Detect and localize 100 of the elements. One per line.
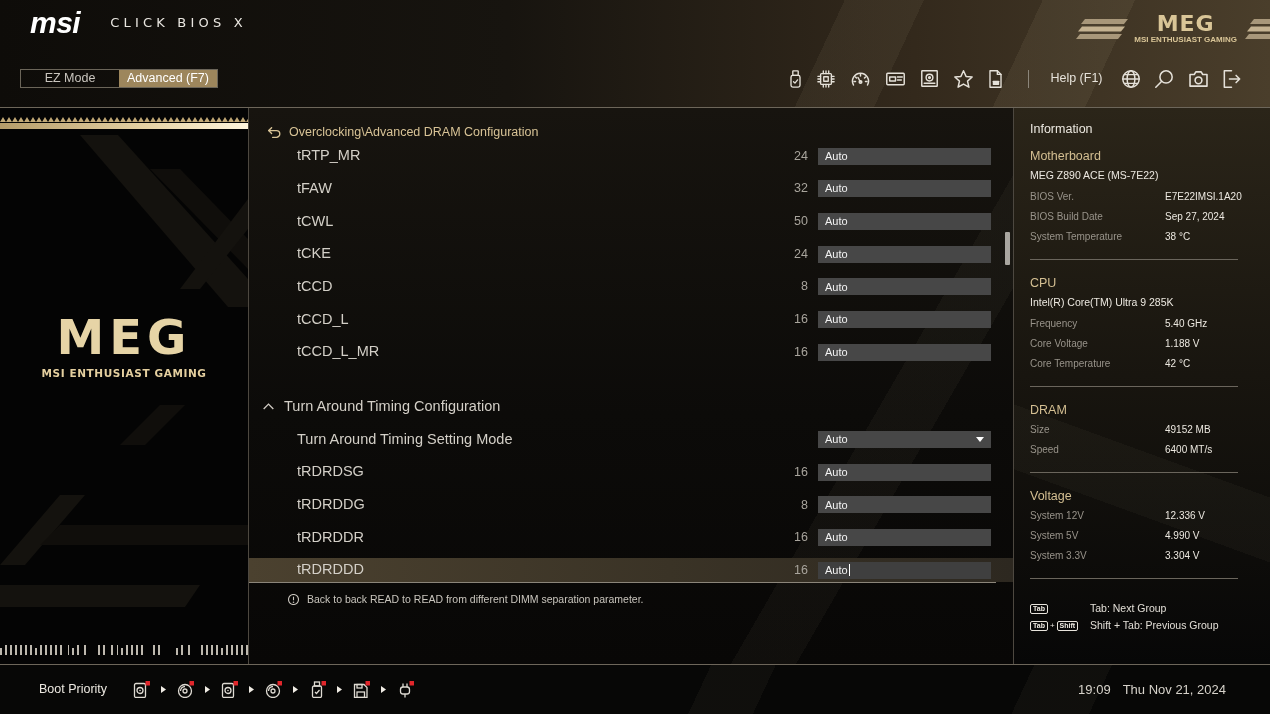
boot-priority-label: Boot Priority <box>39 681 108 699</box>
logo-stripes-drawing <box>1076 19 1129 39</box>
setting-row[interactable]: tRDRDSG 16 Auto <box>249 460 1013 485</box>
info-label: BIOS Ver. <box>1030 190 1075 204</box>
value-field[interactable]: Auto <box>818 245 991 263</box>
value-field[interactable]: Auto <box>818 147 991 165</box>
back-arrow-icon[interactable] <box>268 126 281 138</box>
setting-row[interactable]: tCKE 24 Auto <box>249 242 1013 267</box>
mode-tab[interactable]: Advanced (F7) <box>119 70 217 87</box>
info-value: 49152 MB <box>1165 423 1212 437</box>
card-icon[interactable] <box>886 71 906 86</box>
setting-row[interactable]: tCCD 8 Auto <box>249 274 1013 299</box>
setting-label: tCKE <box>297 244 332 264</box>
triangle-right-icon <box>293 686 299 693</box>
info-value: 42 °C <box>1165 357 1192 371</box>
shortcut-text: Shift + Tab: Previous Group <box>1090 617 1219 633</box>
info-value: 4.990 V <box>1165 529 1201 543</box>
info-label: BIOS Build Date <box>1030 210 1104 224</box>
value-field[interactable]: Auto <box>818 529 991 547</box>
clock-date: Thu Nov 21, 2024 <box>1122 680 1226 699</box>
setting-row[interactable]: tCWL 50 Auto <box>249 209 1013 234</box>
current-value: 8 <box>800 278 808 296</box>
caret-icon <box>976 437 984 442</box>
info-label: System 5V <box>1030 529 1080 543</box>
value-field[interactable]: Auto <box>818 212 991 230</box>
setting-label: tRDRDDD <box>297 560 365 580</box>
section-title: CPU <box>1030 275 1058 292</box>
value-field[interactable]: Auto <box>818 180 991 198</box>
setting-label: tRDRDSG <box>297 462 365 482</box>
chevron-up-icon <box>263 403 274 411</box>
section-title: Voltage <box>1030 488 1073 505</box>
setting-row[interactable]: tRTP_MR 24 Auto <box>249 144 1013 168</box>
logo-mark: MEG <box>56 312 192 363</box>
setting-label: tRTP_MR <box>297 146 362 166</box>
exit-icon[interactable] <box>1223 69 1241 88</box>
clock-time: 19:09 <box>1078 680 1111 699</box>
setting-label: tCCD_L_MR <box>297 342 381 362</box>
info-label: System 12V <box>1030 509 1085 523</box>
search-icon[interactable] <box>1155 69 1173 88</box>
hard-drive-icon[interactable] <box>133 681 151 698</box>
info-value: Sep 27, 2024 <box>1165 210 1226 224</box>
section-title: Motherboard <box>1030 148 1102 165</box>
info-value: E7E22IMSI.1A20 <box>1165 190 1243 204</box>
value-field[interactable]: Auto <box>818 343 991 361</box>
plug-icon[interactable] <box>397 681 415 698</box>
info-icon <box>288 594 299 606</box>
setting-row[interactable]: tRDRDDD 16 Auto <box>249 558 1013 583</box>
group-header[interactable]: Turn Around Timing Configuration <box>249 394 1013 419</box>
info-label: Size <box>1030 423 1051 437</box>
logo-stripes-drawing <box>1245 19 1270 39</box>
value-field[interactable]: Auto <box>818 463 991 481</box>
triangle-right-icon <box>337 686 343 693</box>
storage-box-icon[interactable] <box>921 70 939 88</box>
triangle-right-icon <box>205 686 211 693</box>
value-field[interactable]: Auto <box>818 278 991 296</box>
scrollbar-handle[interactable] <box>1005 232 1010 265</box>
info-label: System 3.3V <box>1030 549 1088 563</box>
panel-title: Information <box>1030 121 1094 138</box>
triangle-right-icon <box>161 686 167 693</box>
help-button[interactable]: Help (F1) <box>1050 69 1103 88</box>
mode-tab[interactable]: EZ Mode <box>21 70 119 87</box>
info-label: Frequency <box>1030 317 1079 331</box>
document-icon[interactable] <box>989 69 1003 88</box>
setting-row[interactable]: tFAW 32 Auto <box>249 176 1013 201</box>
value-field[interactable]: Auto <box>818 496 991 514</box>
dropdown-field[interactable]: Auto <box>818 431 991 448</box>
info-label: System Temperature <box>1030 230 1124 244</box>
value-field[interactable]: Auto <box>818 310 991 328</box>
hard-drive-icon[interactable] <box>221 681 239 698</box>
star-icon[interactable] <box>954 69 974 88</box>
product-name: CLICK BIOS X <box>110 14 247 33</box>
setting-row[interactable]: tCCD_L_MR 16 Auto <box>249 340 1013 365</box>
current-value: 50 <box>793 213 808 230</box>
setting-row[interactable]: Turn Around Timing Setting Mode Auto <box>249 427 1013 452</box>
camera-icon[interactable] <box>1188 70 1208 87</box>
gauge-icon[interactable] <box>851 70 871 87</box>
brand-logo: msi <box>30 10 81 36</box>
current-value: 16 <box>793 561 808 579</box>
setting-label: tCCD_L <box>297 309 350 329</box>
plus-sign: + <box>1049 619 1055 632</box>
info-value: 1.188 V <box>1165 337 1201 351</box>
triangle-right-icon <box>249 686 255 693</box>
globe-icon[interactable] <box>1121 69 1140 88</box>
logo-tagline: MSI ENTHUSIAST GAMING <box>1134 35 1237 45</box>
current-value: 16 <box>793 343 808 361</box>
triangle-right-icon <box>381 686 387 693</box>
setting-label: tCWL <box>297 211 335 231</box>
help-text: Back to back READ to READ from different DIMM separation parameter. <box>307 593 644 607</box>
current-value: 24 <box>793 147 808 165</box>
setting-row[interactable]: tCCD_L 16 Auto <box>249 307 1013 332</box>
setting-label: tRDRDDR <box>297 527 365 547</box>
setting-row[interactable]: tRDRDDR 16 Auto <box>249 525 1013 550</box>
setting-row[interactable]: tRDRDDG 8 Auto <box>249 492 1013 517</box>
usb-drive-icon[interactable] <box>790 69 802 88</box>
usb-drive-icon[interactable] <box>309 681 327 698</box>
cpu-chip-icon[interactable] <box>817 69 836 88</box>
value-field[interactable]: Auto <box>818 561 991 579</box>
info-value: 5.40 GHz <box>1165 317 1209 331</box>
breadcrumb-path: Overclocking\Advanced DRAM Configuration <box>289 123 539 141</box>
logo-mark: MEG <box>1156 13 1215 35</box>
